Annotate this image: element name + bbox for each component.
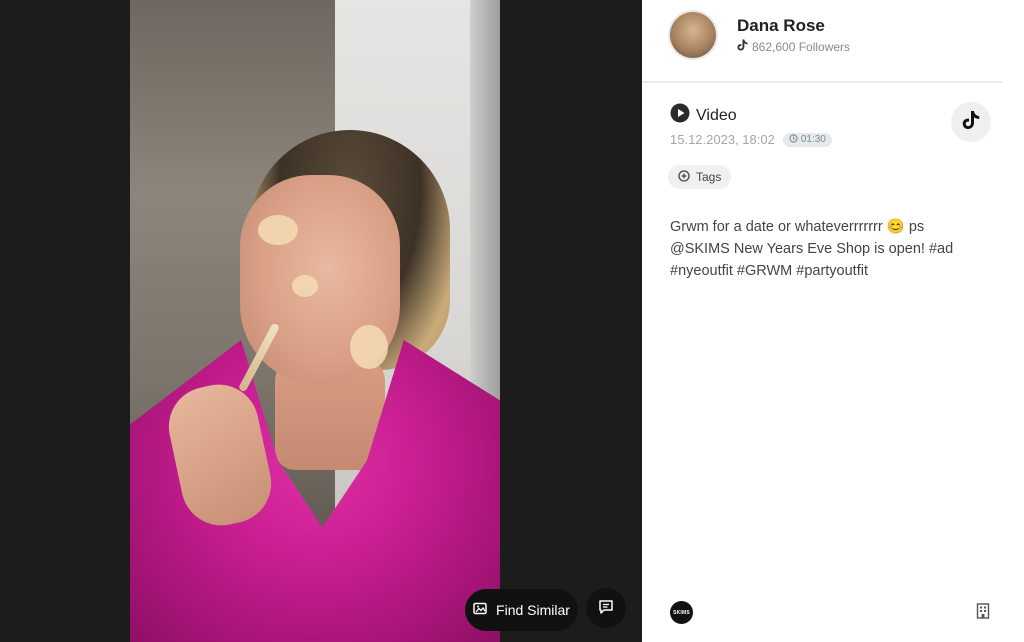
post-type: Video bbox=[670, 103, 737, 128]
video-player[interactable] bbox=[130, 0, 500, 642]
tiktok-icon bbox=[962, 110, 980, 135]
makeup-patch bbox=[292, 275, 318, 297]
tags-button[interactable]: Tags bbox=[668, 165, 732, 189]
play-circle-icon bbox=[670, 103, 690, 128]
comments-button[interactable] bbox=[586, 588, 626, 628]
duration-badge: 01:30 bbox=[782, 132, 832, 147]
follower-count: 862,600 Followers bbox=[737, 39, 850, 54]
video-stage[interactable]: Find Similar bbox=[0, 0, 642, 642]
avatar[interactable] bbox=[670, 12, 716, 58]
author-name[interactable]: Dana Rose bbox=[737, 16, 825, 36]
header-divider bbox=[642, 81, 1002, 83]
open-in-tiktok-button[interactable] bbox=[951, 102, 991, 142]
duration-text: 01:30 bbox=[800, 134, 826, 145]
find-similar-button[interactable]: Find Similar bbox=[465, 589, 578, 631]
tags-label: Tags bbox=[696, 170, 722, 184]
plus-circle-icon bbox=[678, 169, 690, 185]
building-icon[interactable] bbox=[976, 603, 990, 624]
find-similar-label: Find Similar bbox=[496, 602, 570, 618]
post-meta: 15.12.2023, 18:02 01:30 bbox=[670, 132, 832, 147]
makeup-patch bbox=[258, 215, 298, 245]
makeup-patch bbox=[350, 325, 388, 369]
post-date: 15.12.2023, 18:02 bbox=[670, 132, 775, 147]
post-type-label: Video bbox=[696, 106, 737, 124]
post-detail-panel: Dana Rose 862,600 Followers Video 15.12.… bbox=[642, 0, 1002, 642]
clock-icon bbox=[789, 133, 798, 146]
comment-icon bbox=[598, 599, 614, 618]
tiktok-icon bbox=[737, 39, 748, 54]
image-search-icon bbox=[473, 602, 489, 619]
post-caption: Grwm for a date or whateverrrrrrr 😊 ps @… bbox=[670, 219, 954, 279]
follower-count-text: 862,600 Followers bbox=[752, 39, 851, 54]
brand-logo[interactable]: SKIMS bbox=[670, 601, 693, 624]
brand-logo-text: SKIMS bbox=[673, 609, 690, 616]
